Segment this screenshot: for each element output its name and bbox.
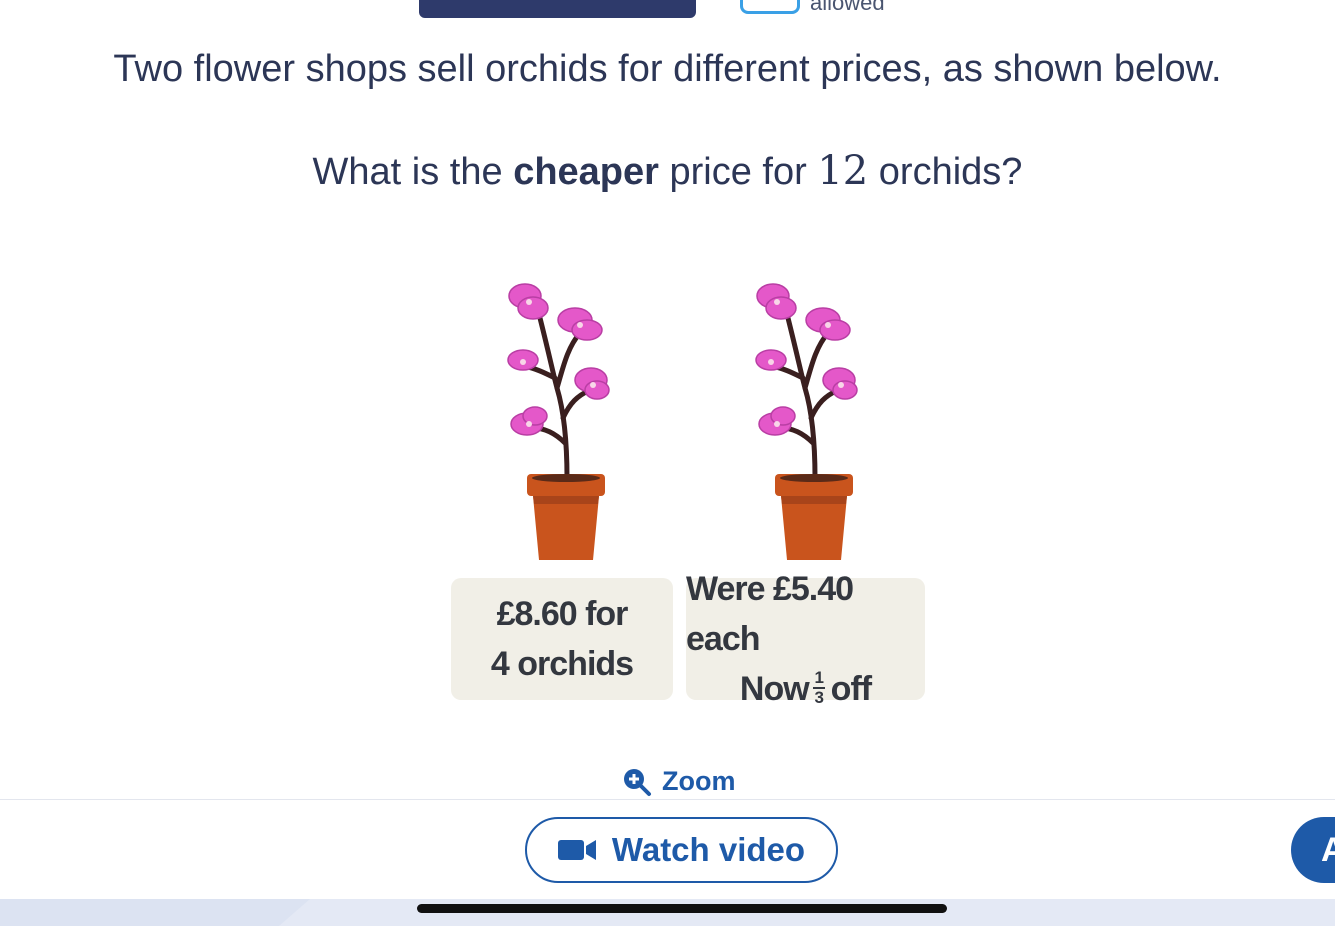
footer-shade	[0, 899, 310, 926]
video-camera-icon	[557, 840, 596, 860]
price-card-shop-1: £8.60 for 4 orchids	[451, 578, 673, 700]
question-emphasis: cheaper	[513, 151, 659, 193]
question-number: 12	[817, 148, 869, 194]
divider	[0, 799, 1335, 800]
one-third-fraction: 13	[812, 668, 825, 708]
calculator-allowed-label: allowed	[810, 0, 885, 15]
answer-button[interactable]: A	[1291, 817, 1335, 883]
price-card-shop-2: Were £5.40 each Now 1 3 off	[686, 570, 925, 708]
top-banner	[419, 0, 696, 18]
zoom-button[interactable]: Zoom	[622, 766, 736, 797]
zoom-label: Zoom	[662, 766, 736, 796]
price-card-2-line2: Now 1 3 off	[739, 668, 872, 708]
watch-video-label: Watch video	[611, 831, 806, 868]
watch-video-button[interactable]: Watch video	[525, 817, 838, 883]
orchid-plant-left-image	[507, 283, 610, 560]
price-card-1-line1: £8.60 for	[496, 595, 629, 633]
price-card-2-line1: Were £5.40 each	[686, 570, 854, 658]
zoom-in-icon	[624, 768, 651, 796]
price-card-1-line2: 4 orchids	[490, 645, 634, 683]
calculator-icon	[740, 0, 800, 14]
home-indicator	[417, 904, 947, 913]
orchid-plant-right-image	[755, 283, 858, 560]
question-prompt: What is the cheaper price for 12 orchids…	[312, 148, 1023, 194]
question-intro: Two flower shops sell orchids for differ…	[113, 48, 1222, 90]
